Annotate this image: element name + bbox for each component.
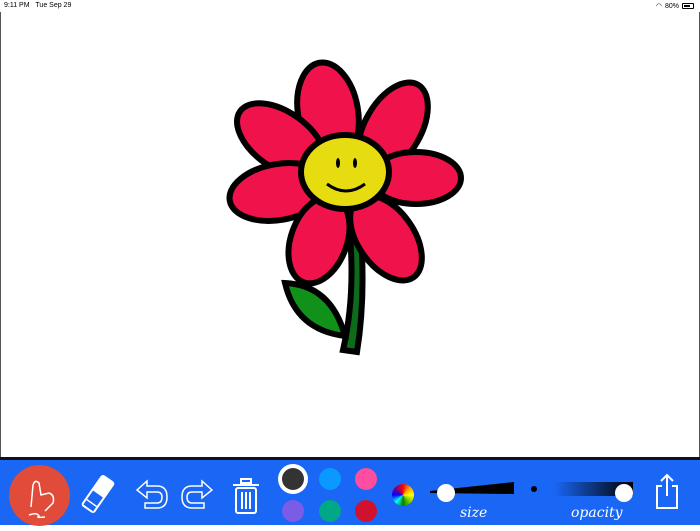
toolbar: size opacity [0, 457, 700, 526]
opacity-slider[interactable] [554, 478, 636, 502]
status-time: 9:11 PM Tue Sep 29 [4, 2, 72, 9]
color-swatch-dark[interactable] [278, 464, 308, 494]
flower-face [298, 132, 392, 212]
drawing-canvas[interactable] [0, 12, 700, 457]
wifi-icon: ◠ [655, 3, 662, 10]
size-preview-dot [531, 486, 537, 492]
flower-leaf [281, 279, 350, 340]
status-bar: 9:11 PM Tue Sep 29 ◠ 80% [0, 0, 700, 12]
size-label: size [460, 505, 488, 521]
battery-percent: 80% [664, 2, 679, 10]
color-swatch-pink[interactable] [355, 468, 377, 490]
status-right: ◠ 80% [656, 2, 694, 10]
color-wheel-button[interactable] [392, 484, 414, 506]
finger-draw-button[interactable] [9, 465, 70, 526]
color-swatch-purple[interactable] [282, 500, 304, 522]
trash-button[interactable] [230, 476, 262, 516]
redo-button[interactable] [178, 478, 216, 512]
color-swatch-red[interactable] [355, 500, 377, 522]
color-swatch-blue[interactable] [319, 468, 341, 490]
share-button[interactable] [653, 472, 681, 512]
size-slider[interactable] [430, 478, 518, 502]
flower-drawing [226, 59, 464, 356]
battery-icon [682, 3, 694, 9]
finger-draw-icon [28, 480, 55, 519]
opacity-label: opacity [571, 505, 623, 521]
undo-button[interactable] [133, 478, 171, 512]
color-swatch-green[interactable] [319, 500, 341, 522]
eraser-button[interactable] [78, 472, 118, 517]
